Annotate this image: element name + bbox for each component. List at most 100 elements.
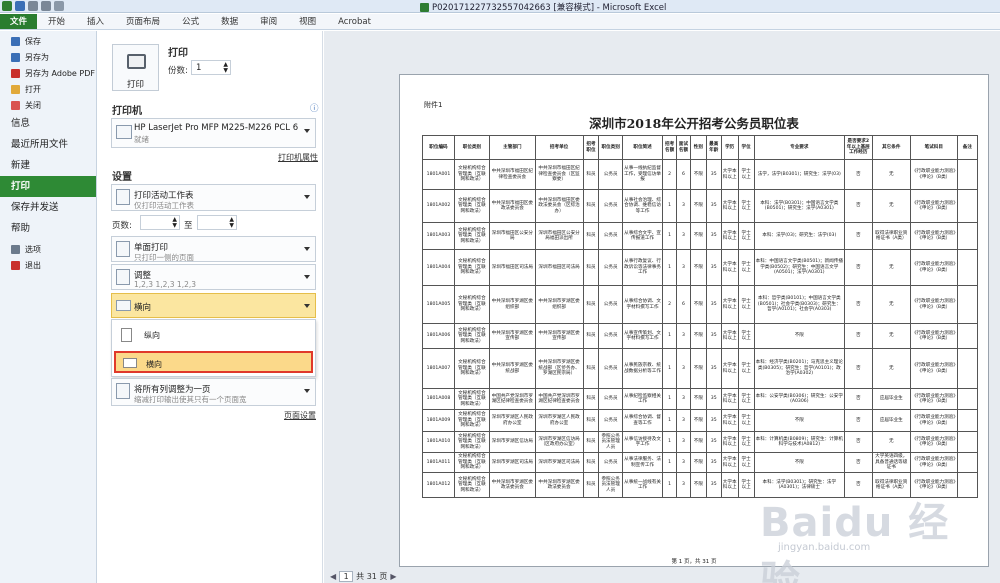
tab-3[interactable]: 页面布局: [115, 14, 171, 29]
nav-item-options[interactable]: 选项: [0, 241, 96, 257]
print-what-dropdown[interactable]: 打印活动工作表 仅打印活动工作表: [111, 184, 316, 211]
table-row: 1801A009 文秘机构综合管理类（互联网和政法） 深圳市罗湖区人民政府办公室 深圳…: [422, 409, 979, 432]
table-cell: 不限: [689, 348, 707, 389]
table-cell: 1: [662, 388, 678, 410]
nav-big-item-3[interactable]: 打印: [0, 176, 96, 197]
nav-big-item-0[interactable]: 信息: [0, 113, 96, 134]
table-cell: 科员: [582, 189, 600, 223]
orientation-option-1[interactable]: 横向: [114, 351, 313, 373]
table-cell: 从事民族宗教、统战数据分析等工作: [621, 348, 664, 389]
info-icon[interactable]: ⓘ: [310, 102, 319, 114]
tab-2[interactable]: 插入: [76, 14, 115, 29]
nav-big-item-1[interactable]: 最近所用文件: [0, 134, 96, 155]
collate-dropdown[interactable]: 调整 1,2,3 1,2,3 1,2,3: [111, 264, 316, 290]
tab-8[interactable]: Acrobat: [327, 14, 382, 29]
printer-heading: 打印机: [112, 106, 142, 117]
nav-item-open-folder[interactable]: 打开: [0, 81, 96, 97]
orientation-option-0[interactable]: 纵向: [114, 324, 313, 346]
column-header: 职位类别: [453, 135, 490, 160]
table-cell: 1: [662, 249, 678, 286]
table-cell: 《行政职业能力测验》《申论》（B类）: [909, 452, 958, 473]
table-cell: 深圳市罗湖区信访局: [488, 431, 536, 453]
table-cell: 《行政职业能力测验》《申论》（B类）: [909, 323, 958, 349]
table-cell: 否: [843, 323, 873, 349]
settings-heading: 设置: [112, 172, 132, 183]
printer-dropdown[interactable]: HP LaserJet Pro MFP M225-M226 PCL 6 就绪: [111, 118, 316, 148]
table-cell: 1: [662, 323, 678, 349]
column-header: 职位类别: [598, 135, 623, 160]
table-cell: 中共深圳市罗湖区委组织部: [488, 285, 536, 324]
table-cell: 深圳市罗湖区人民政府办公室: [534, 409, 584, 432]
copies-input[interactable]: 1 ▲ ▼: [191, 60, 231, 75]
table-cell: 不限: [689, 452, 707, 473]
table-cell: 从事行政复议、行政诉讼等法律事务工作: [621, 249, 664, 286]
nav-item-pdf[interactable]: 另存为 Adobe PDF: [0, 65, 96, 81]
table-cell: 文秘机构综合管理类（互联网和政法）: [453, 388, 490, 410]
table-cell: 中共深圳市罗湖区委政法委员会: [488, 472, 536, 498]
pages-from-spinner-icon[interactable]: ▲ ▼: [172, 217, 177, 229]
table-row: 1801A001 文秘机构综合管理类（互联网和政法） 中共深圳市福田区纪律检查委员会…: [422, 159, 979, 190]
table-cell: 1801A005: [422, 285, 455, 324]
table-cell: 本科：公安学类(B0306)；研究生：公安学(A0306): [753, 388, 845, 410]
nav-item-exit[interactable]: 退出: [0, 257, 96, 273]
printer-icon: [127, 54, 146, 69]
table-cell: 无: [871, 431, 911, 453]
nav-big-item-2[interactable]: 新建: [0, 155, 96, 176]
table-cell: 35: [705, 431, 722, 453]
column-header: 最高年龄: [705, 135, 722, 160]
copies-spinner-icon[interactable]: ▲ ▼: [223, 62, 228, 74]
table-cell: 35: [705, 452, 722, 473]
pages-to-spinner-icon[interactable]: ▲ ▼: [229, 217, 234, 229]
current-page-input[interactable]: 1: [339, 571, 354, 582]
tab-0[interactable]: 文件: [0, 14, 38, 29]
table-cell: 文秘机构综合管理类（互联网和政法）: [453, 285, 490, 324]
sheet-title: 深圳市2018年公开招考公务员职位表: [589, 116, 799, 131]
table-cell: 否: [843, 189, 873, 223]
nav-big-item-5[interactable]: 帮助: [0, 218, 96, 239]
pages-to-input[interactable]: ▲ ▼: [197, 215, 237, 230]
sides-dropdown[interactable]: 单面打印 只打印一侧的页面: [111, 236, 316, 262]
table-cell: 中国共产党深圳市罗湖区纪律检查委员会: [488, 388, 536, 410]
tab-4[interactable]: 公式: [171, 14, 210, 29]
prev-page-button[interactable]: ◀: [330, 572, 336, 581]
next-page-button[interactable]: ▶: [390, 572, 396, 581]
redo-icon[interactable]: [41, 1, 51, 11]
table-cell: 参照公务员法管理人员: [598, 472, 623, 498]
nav-item-save-as[interactable]: 另存为: [0, 49, 96, 65]
nav-item-save[interactable]: 保存: [0, 33, 96, 49]
one-sided-icon: [116, 241, 130, 257]
sheet-icon: [116, 189, 130, 205]
page-navigator: ◀ 1 共 31 页 ▶: [330, 571, 397, 582]
table-cell: 不限: [753, 409, 845, 432]
table-cell: [956, 159, 979, 190]
orientation-dropdown[interactable]: 横向: [111, 293, 316, 318]
column-header: 职位简述: [621, 135, 664, 160]
pages-from-input[interactable]: ▲ ▼: [140, 215, 180, 230]
chevron-down-icon: [304, 304, 310, 308]
printer-properties-link[interactable]: 打印机属性: [278, 152, 318, 163]
print-button[interactable]: 打印: [112, 44, 159, 91]
table-cell: [956, 222, 979, 250]
table-cell: 本科：计算机类(B0809)；研究生：计算机科学与技术(A0812): [753, 431, 845, 453]
scaling-dropdown[interactable]: 将所有列调整为一页 缩减打印输出使其只有一个页面宽: [111, 378, 316, 406]
table-cell: 1: [662, 348, 678, 389]
table-cell: 科员: [582, 452, 600, 473]
save-icon[interactable]: [15, 1, 25, 11]
nav-big-item-4[interactable]: 保存并发送: [0, 197, 96, 218]
undo-icon[interactable]: [28, 1, 38, 11]
table-cell: 否: [843, 159, 873, 190]
tab-1[interactable]: 开始: [37, 14, 76, 29]
table-cell: 学士以上: [737, 452, 755, 473]
tab-7[interactable]: 视图: [288, 14, 327, 29]
table-cell: 科员: [582, 323, 600, 349]
tab-5[interactable]: 数据: [210, 14, 249, 29]
page-setup-link[interactable]: 页面设置: [284, 410, 316, 421]
table-cell: 科员: [582, 159, 600, 190]
table-cell: 《行政职业能力测验》《申论》（B类）: [909, 431, 958, 453]
tab-6[interactable]: 审阅: [249, 14, 288, 29]
pages-to-label: 至: [184, 221, 193, 231]
column-header: 职位编码: [422, 135, 455, 160]
nav-item-close-file[interactable]: 关闭: [0, 97, 96, 113]
customize-toolbar-icon[interactable]: [54, 1, 64, 11]
table-cell: 从事纪检监察相关工作: [621, 388, 664, 410]
